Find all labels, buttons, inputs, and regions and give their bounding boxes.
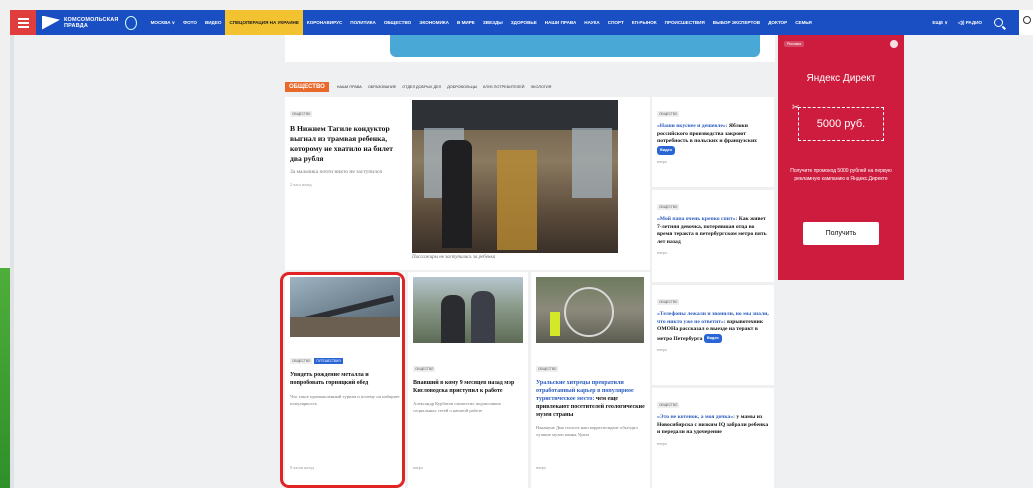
medal-icon [124, 15, 137, 30]
photo-caption: Пассажиры не заступились за ребенка [412, 255, 496, 260]
nav-item[interactable]: Кп-рынок [628, 10, 661, 35]
side-news-title[interactable]: «Наши вкуснее и дешевле»: Яблоки российс… [657, 123, 769, 156]
article-time: 2 часа назад [290, 182, 312, 187]
section-tab[interactable]: Отдел добрых дел [402, 85, 441, 89]
side-news-title[interactable]: «Мой папа очень крепко спит»: Как живет … [657, 216, 769, 246]
side-news-item[interactable]: Общество «Мой папа очень крепко спит»: Ка… [652, 190, 774, 282]
bottom-card-1[interactable]: Общество Путешествия Увидеть рождение мет… [285, 272, 405, 488]
nav-menu: Москва ∨ Фото Видео Спецоперация на Украине… [147, 10, 931, 35]
top-navbar: Комсомольская правда Москва ∨ Фото Видео Сп… [10, 10, 1033, 35]
nav-item[interactable]: Наши права [541, 10, 581, 35]
main-article[interactable]: Общество В Нижнем Тагиле кондуктор выгна… [285, 97, 408, 270]
section-tab[interactable]: Наши права [337, 85, 362, 89]
ad-description: Получите промокод 5000 рублей на первую … [790, 168, 892, 182]
card-subtitle: Александр Курбатов оповестил подписчиков… [413, 401, 501, 413]
search-icon[interactable] [994, 18, 1003, 27]
nav-item[interactable]: Выбор экспертов [709, 10, 764, 35]
section-tabs: Наши права Образование Отдел добрых дел Доб… [337, 85, 552, 89]
site-logo[interactable]: Комсомольская правда [42, 15, 137, 30]
logo-flag-icon [42, 15, 60, 30]
ad-label: Реклама [784, 41, 805, 47]
nav-item[interactable]: В мире [453, 10, 479, 35]
mayor-photo [413, 277, 523, 343]
card-tag[interactable]: Общество [536, 366, 559, 372]
top-banner[interactable] [285, 35, 775, 62]
article-tag[interactable]: Общество [657, 111, 680, 117]
ad-coupon: 5000 руб. [798, 107, 884, 141]
section-tab[interactable]: Образование [368, 85, 396, 89]
nav-item[interactable]: Видео [201, 10, 226, 35]
nav-item[interactable]: Москва ∨ [147, 10, 180, 35]
section-tab[interactable]: Добровольцы [447, 85, 477, 89]
main-article-title[interactable]: В Нижнем Тагиле кондуктор выгнал из трам… [290, 124, 403, 164]
nav-item[interactable]: Политика [346, 10, 380, 35]
menu-icon[interactable] [10, 10, 36, 35]
card-time: 8 часов назад [290, 465, 314, 470]
card-tag[interactable]: Общество [290, 358, 313, 364]
more-menu[interactable]: Еще ∨ [930, 10, 949, 35]
ad-get-button[interactable]: Получить [803, 222, 879, 245]
side-news-item[interactable]: Общество «Наши вкуснее и дешевле»: Яблоки… [652, 97, 774, 187]
card-time: вчера [536, 465, 546, 470]
society-section: Общество Наши права Образование Отдел добр… [285, 80, 775, 98]
card-title[interactable]: Впавший в кому 9 месяцев назад мэр Кисло… [413, 379, 523, 395]
bottom-card-2[interactable]: Общество Впавший в кому 9 месяцев назад … [408, 272, 528, 488]
card-title[interactable]: Увидеть рождение металла и попробовать г… [290, 371, 400, 387]
article-time: вчера [657, 347, 667, 353]
article-tag[interactable]: Общество [657, 402, 680, 408]
quarry-photo [536, 277, 644, 343]
card-tag[interactable]: Путешествия [314, 358, 343, 364]
article-time: вчера [657, 159, 667, 165]
card-tag[interactable]: Общество [413, 366, 436, 372]
tram-photo [412, 100, 618, 253]
radio-link[interactable]: ◁)) Радио [956, 10, 984, 35]
nav-item[interactable]: Доктор [764, 10, 791, 35]
video-badge[interactable]: Видео [657, 145, 675, 156]
nav-item[interactable]: Происшествия [661, 10, 709, 35]
video-badge[interactable]: Видео [703, 333, 722, 344]
side-news-title[interactable]: «Это не котенок, а моя дочка»: у мамы из… [657, 414, 769, 437]
card-time: вчера [413, 465, 423, 470]
bottom-card-3[interactable]: Общество Уральские хитрецы превратили от… [531, 272, 650, 488]
side-news-title[interactable]: «Телефоны лежали и звонили, но мы знали,… [657, 311, 769, 344]
ad-title: Яндекс Директ [806, 73, 876, 84]
card-subtitle: Что такое промышленный туризм и почему о… [290, 394, 400, 406]
main-article-photo-card[interactable]: Пассажиры не заступились за ребенка [408, 97, 650, 270]
green-side-banner [0, 268, 10, 488]
article-tag[interactable]: Общество [657, 299, 680, 305]
section-tab[interactable]: Клуб потребителей [483, 85, 525, 89]
main-article-subtitle: За мальчика почти никто не заступился [290, 169, 382, 175]
nav-item[interactable]: Звезды [479, 10, 507, 35]
section-tab[interactable]: Экология [531, 85, 552, 89]
nav-item[interactable]: Коронавирус [303, 10, 346, 35]
article-tag[interactable]: Общество [290, 111, 313, 117]
article-tag[interactable]: Общество [657, 204, 680, 210]
article-time: вчера [657, 440, 667, 446]
nav-item[interactable]: Спорт [604, 10, 628, 35]
nav-item[interactable]: Фото [179, 10, 201, 35]
card-title[interactable]: Уральские хитрецы превратили отработанны… [536, 379, 645, 419]
nav-item[interactable]: Общество [380, 10, 415, 35]
nav-item[interactable]: Здоровье [507, 10, 541, 35]
side-news-item[interactable]: Общество «Это не котенок, а моя дочка»: у… [652, 388, 774, 488]
section-badge[interactable]: Общество [285, 82, 329, 92]
nav-item[interactable]: Экономика [415, 10, 453, 35]
nav-item[interactable]: Спецоперация на Украине [225, 10, 303, 35]
yandex-direct-ad[interactable]: Реклама Яндекс Директ ✂ 5000 руб. Получи… [778, 35, 904, 280]
card-subtitle: Накануне Дня геолога наш корреспондент о… [536, 425, 638, 437]
side-news-item[interactable]: Общество «Телефоны лежали и звонили, но м… [652, 285, 774, 385]
article-time: вчера [657, 250, 667, 256]
close-icon[interactable] [890, 40, 898, 48]
steel-plant-photo [290, 277, 400, 337]
nav-item[interactable]: Наука [580, 10, 603, 35]
nav-item[interactable]: Семья [791, 10, 816, 35]
user-icon[interactable] [1019, 10, 1033, 35]
